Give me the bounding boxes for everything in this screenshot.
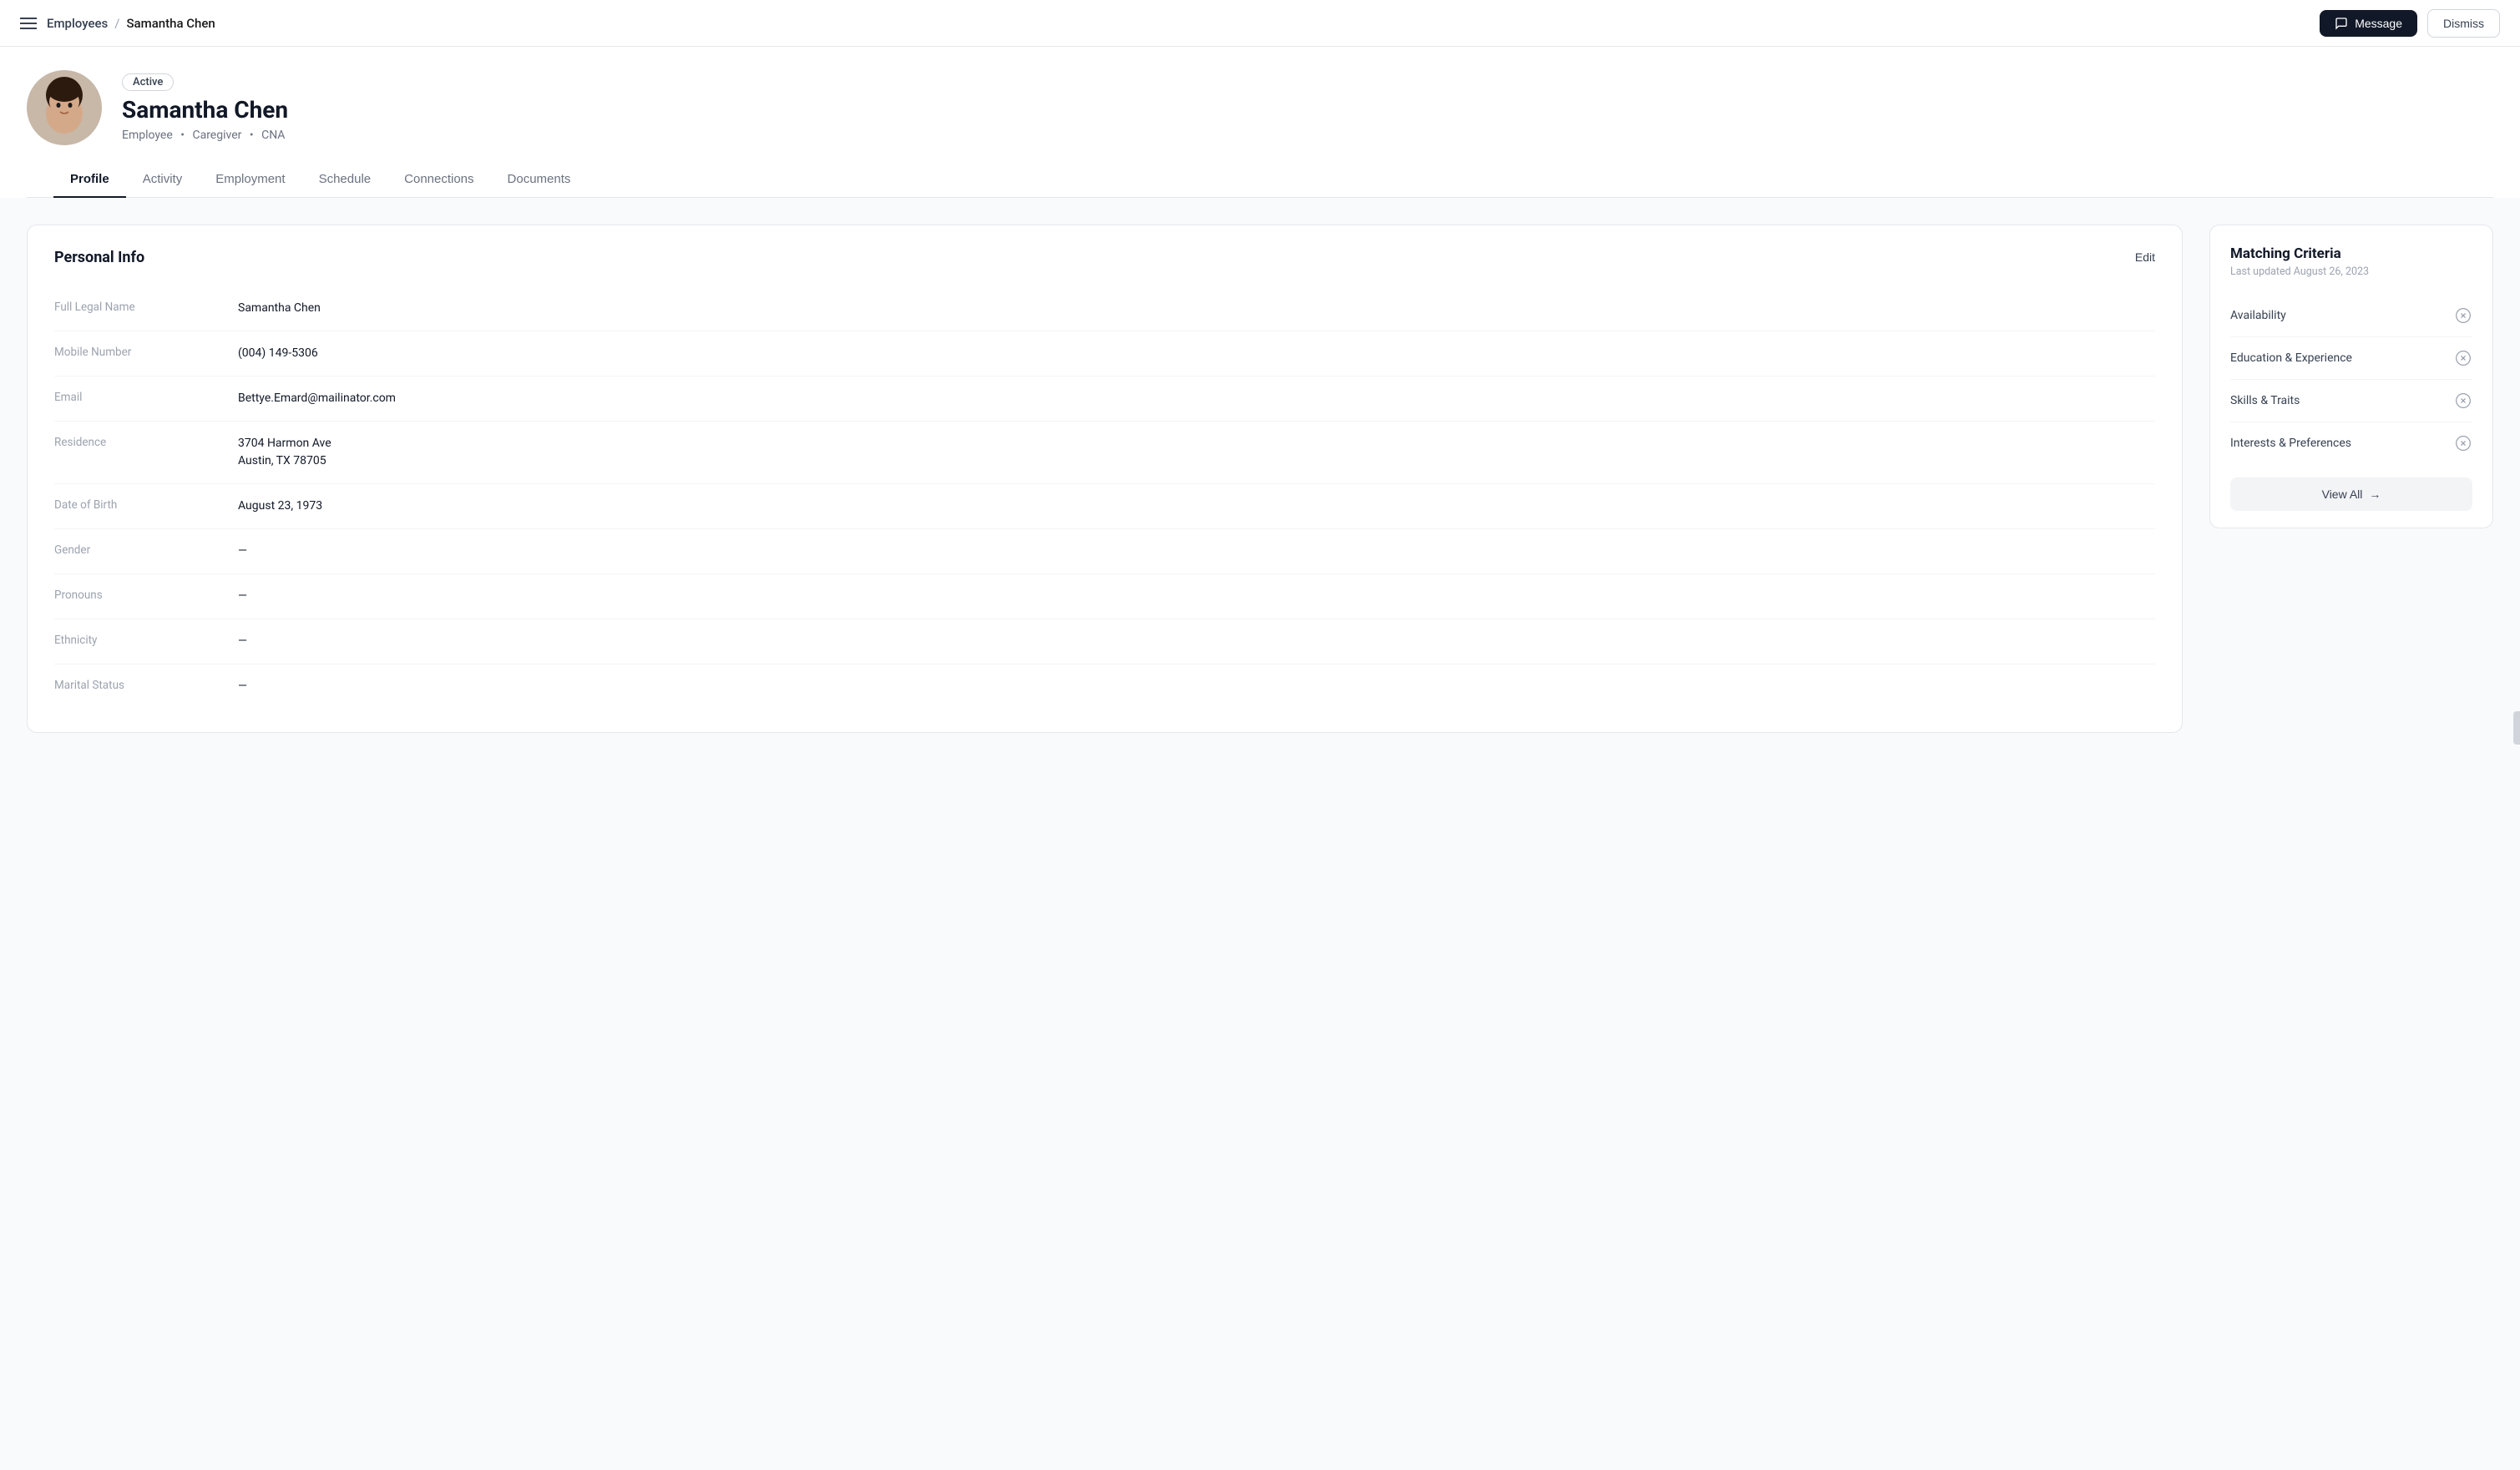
label-email: Email — [54, 390, 238, 404]
nav-right: Message Dismiss — [2320, 9, 2500, 38]
label-date-of-birth: Date of Birth — [54, 498, 238, 512]
tab-profile[interactable]: Profile — [53, 162, 126, 198]
avatar — [27, 70, 102, 145]
value-full-legal-name: Samantha Chen — [238, 300, 321, 317]
field-mobile-number: Mobile Number (004) 149-5306 — [54, 331, 2155, 376]
value-ethnicity: — — [238, 633, 247, 650]
status-badge: Active — [122, 73, 174, 91]
tab-schedule[interactable]: Schedule — [302, 162, 388, 198]
left-panel: Personal Info Edit Full Legal Name Saman… — [27, 225, 2183, 1443]
view-all-arrow: → — [2369, 487, 2381, 501]
tab-documents[interactable]: Documents — [491, 162, 588, 198]
personal-info-card: Personal Info Edit Full Legal Name Saman… — [27, 225, 2183, 733]
criteria-skills-traits: Skills & Traits — [2230, 380, 2472, 422]
profile-roles: Employee • Caregiver • CNA — [122, 129, 288, 142]
section-header: Personal Info Edit — [54, 249, 2155, 266]
criteria-education-experience-label: Education & Experience — [2230, 351, 2352, 365]
criteria-availability-label: Availability — [2230, 309, 2286, 322]
value-mobile-number: (004) 149-5306 — [238, 345, 318, 362]
nav-left: Employees / Samantha Chen — [20, 16, 215, 31]
criteria-interests-preferences: Interests & Preferences — [2230, 422, 2472, 464]
field-gender: Gender — — [54, 529, 2155, 574]
view-all-button[interactable]: View All → — [2230, 477, 2472, 511]
matching-criteria-updated: Last updated August 26, 2023 — [2230, 265, 2472, 278]
value-residence: 3704 Harmon AveAustin, TX 78705 — [238, 435, 331, 470]
message-button[interactable]: Message — [2320, 10, 2417, 37]
criteria-availability: Availability — [2230, 295, 2472, 337]
section-title: Personal Info — [54, 249, 144, 266]
label-mobile-number: Mobile Number — [54, 345, 238, 359]
value-gender: — — [238, 543, 247, 560]
breadcrumb-current: Samantha Chen — [126, 16, 215, 31]
label-ethnicity: Ethnicity — [54, 633, 238, 647]
role-employee: Employee — [122, 129, 173, 142]
field-residence: Residence 3704 Harmon AveAustin, TX 7870… — [54, 422, 2155, 484]
matching-criteria-card: Matching Criteria Last updated August 26… — [2209, 225, 2493, 528]
criteria-interests-preferences-label: Interests & Preferences — [2230, 437, 2351, 450]
value-email: Bettye.Emard@mailinator.com — [238, 390, 396, 407]
field-ethnicity: Ethnicity — — [54, 619, 2155, 664]
field-pronouns: Pronouns — — [54, 574, 2155, 619]
label-pronouns: Pronouns — [54, 588, 238, 602]
value-date-of-birth: August 23, 1973 — [238, 498, 322, 515]
right-panel: Matching Criteria Last updated August 26… — [2209, 225, 2493, 1443]
menu-icon[interactable] — [20, 18, 37, 29]
edit-button[interactable]: Edit — [2135, 250, 2155, 264]
dismiss-button[interactable]: Dismiss — [2427, 9, 2500, 38]
value-marital-status: — — [238, 678, 247, 695]
criteria-interests-preferences-icon[interactable] — [2454, 434, 2472, 452]
tab-activity[interactable]: Activity — [126, 162, 200, 198]
tab-connections[interactable]: Connections — [387, 162, 490, 198]
label-full-legal-name: Full Legal Name — [54, 300, 238, 314]
field-email: Email Bettye.Emard@mailinator.com — [54, 376, 2155, 422]
profile-name: Samantha Chen — [122, 96, 288, 124]
matching-criteria-title: Matching Criteria — [2230, 245, 2472, 262]
role-caregiver: Caregiver — [192, 129, 241, 142]
criteria-education-experience: Education & Experience — [2230, 337, 2472, 380]
criteria-skills-traits-label: Skills & Traits — [2230, 394, 2300, 407]
label-gender: Gender — [54, 543, 238, 557]
main-content: Personal Info Edit Full Legal Name Saman… — [0, 198, 2520, 1470]
label-marital-status: Marital Status — [54, 678, 238, 692]
drag-handle[interactable] — [2513, 711, 2520, 745]
profile-info: Active Samantha Chen Employee • Caregive… — [122, 73, 288, 142]
tab-employment[interactable]: Employment — [199, 162, 301, 198]
field-full-legal-name: Full Legal Name Samantha Chen — [54, 286, 2155, 331]
profile-tabs: Profile Activity Employment Schedule Con… — [27, 162, 2493, 198]
criteria-education-experience-icon[interactable] — [2454, 349, 2472, 367]
breadcrumb-separator: / — [114, 16, 119, 31]
criteria-skills-traits-icon[interactable] — [2454, 391, 2472, 410]
message-icon — [2335, 17, 2348, 30]
message-label: Message — [2355, 17, 2402, 30]
top-navigation: Employees / Samantha Chen Message Dismis… — [0, 0, 2520, 47]
profile-header: Active Samantha Chen Employee • Caregive… — [0, 47, 2520, 198]
role-cna: CNA — [261, 129, 285, 142]
breadcrumb-parent[interactable]: Employees — [47, 16, 108, 31]
value-pronouns: — — [238, 588, 247, 605]
label-residence: Residence — [54, 435, 238, 449]
field-date-of-birth: Date of Birth August 23, 1973 — [54, 484, 2155, 529]
breadcrumb: Employees / Samantha Chen — [47, 16, 215, 31]
view-all-label: View All — [2322, 487, 2363, 501]
criteria-availability-icon[interactable] — [2454, 306, 2472, 325]
field-marital-status: Marital Status — — [54, 664, 2155, 709]
